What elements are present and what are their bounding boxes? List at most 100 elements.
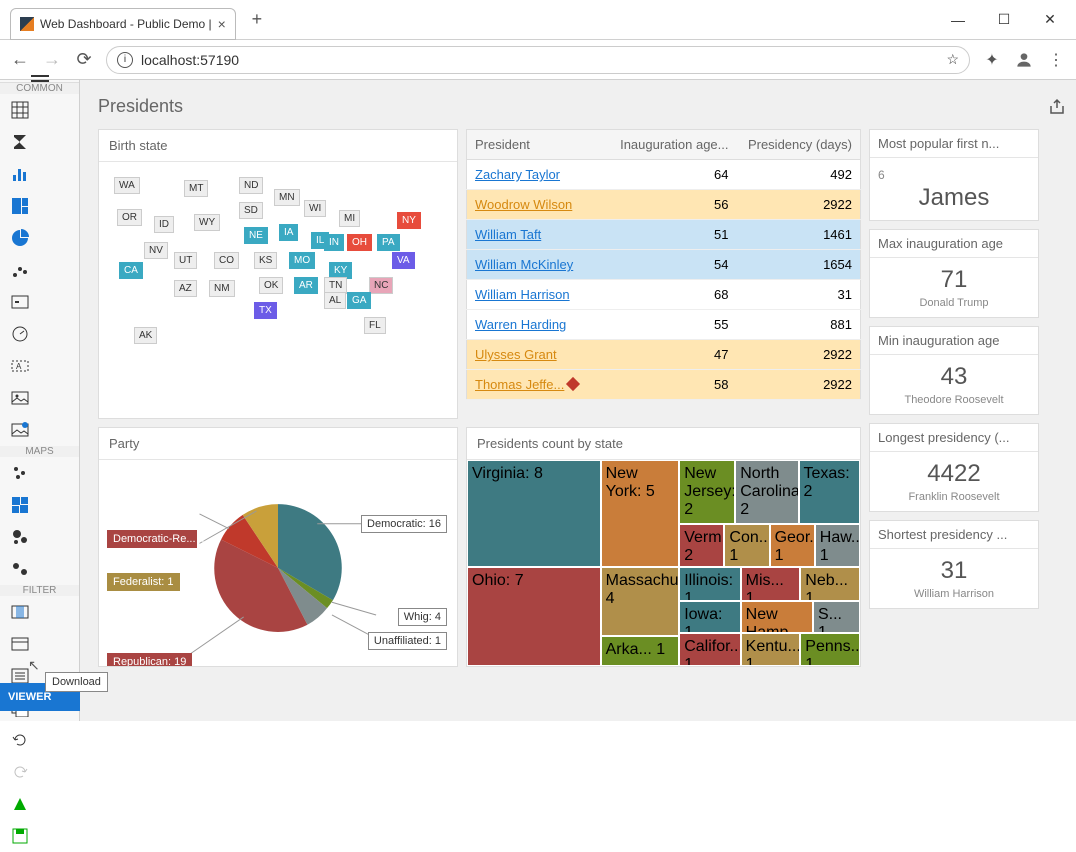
- treemap[interactable]: Virginia: 8 New York: 5 New Jersey: 2 No…: [467, 460, 860, 666]
- treemap-cell[interactable]: Mis... 1: [741, 567, 801, 601]
- treemap-icon[interactable]: [0, 190, 40, 222]
- state-oh[interactable]: OH: [347, 234, 372, 251]
- president-link[interactable]: Thomas Jeffe...: [475, 377, 564, 392]
- president-link[interactable]: Woodrow Wilson: [475, 197, 572, 212]
- menu-icon[interactable]: ⋮: [1046, 50, 1066, 70]
- star-icon[interactable]: ☆: [946, 51, 959, 68]
- pie-chart[interactable]: Democratic: 16 Whig: 4 Unaffiliated: 1 D…: [99, 460, 457, 666]
- treemap-cell[interactable]: Califor... 1: [679, 633, 740, 666]
- treemap-cell[interactable]: North Carolina: 2: [735, 460, 798, 524]
- save-icon[interactable]: [0, 820, 40, 852]
- president-link[interactable]: William Harrison: [475, 287, 570, 302]
- card-title: Party: [99, 428, 457, 460]
- treemap-cell[interactable]: New Jersey: 2: [679, 460, 735, 524]
- treemap-cell[interactable]: Verm... 2: [679, 524, 724, 567]
- bar-chart-icon[interactable]: [0, 158, 40, 190]
- president-link[interactable]: Zachary Taylor: [475, 167, 560, 182]
- close-tab-icon[interactable]: ×: [218, 16, 226, 32]
- bubble-map-icon[interactable]: [0, 521, 40, 553]
- treemap-cell[interactable]: Illinois: 1: [679, 567, 740, 601]
- state-treemap-card[interactable]: Presidents count by state Virginia: 8 Ne…: [466, 427, 861, 667]
- president-link[interactable]: Warren Harding: [475, 317, 566, 332]
- back-button[interactable]: ←: [10, 50, 30, 70]
- treemap-cell[interactable]: Kentu... 1: [741, 633, 801, 666]
- president-link[interactable]: Ulysses Grant: [475, 347, 557, 362]
- kpi-card[interactable]: Most popular first n...6James: [869, 129, 1039, 221]
- kpi-sub: William Harrison: [878, 588, 1030, 600]
- treemap-cell[interactable]: Arka... 1: [601, 636, 680, 666]
- treemap-cell[interactable]: Penns... 1: [800, 633, 860, 666]
- president-link[interactable]: William Taft: [475, 227, 541, 242]
- redo-icon[interactable]: [0, 756, 40, 788]
- treemap-cell[interactable]: New York: 5: [601, 460, 680, 567]
- table-row[interactable]: Warren Harding55881: [467, 310, 861, 340]
- favicon-icon: [20, 17, 34, 31]
- col-age[interactable]: Inauguration age...: [607, 130, 737, 160]
- treemap-cell[interactable]: Ohio: 7: [467, 567, 601, 666]
- pie-label-federalist: Federalist: 1: [107, 573, 180, 591]
- profile-icon[interactable]: [1014, 50, 1034, 70]
- site-info-icon[interactable]: i: [117, 52, 133, 68]
- range-filter-icon[interactable]: [0, 596, 40, 628]
- card-icon[interactable]: [0, 286, 40, 318]
- image-icon[interactable]: [0, 382, 40, 414]
- gauge-icon[interactable]: [0, 318, 40, 350]
- col-president[interactable]: President: [467, 130, 607, 160]
- treemap-cell[interactable]: Con... 1: [724, 524, 769, 567]
- pie-label-unaffiliated: Unaffiliated: 1: [368, 632, 447, 650]
- kpi-card[interactable]: Shortest presidency ...31William Harriso…: [869, 520, 1039, 609]
- treemap-cell[interactable]: New Hamp... 1: [741, 601, 813, 634]
- undo-icon[interactable]: [0, 724, 40, 756]
- president-link[interactable]: William McKinley: [475, 257, 573, 272]
- table-row[interactable]: Woodrow Wilson562922: [467, 190, 861, 220]
- textbox-icon[interactable]: A: [0, 350, 40, 382]
- kpi-sup: 6: [878, 166, 1030, 184]
- kpi-card[interactable]: Longest presidency (...4422Franklin Roos…: [869, 423, 1039, 512]
- scatter-icon[interactable]: [0, 254, 40, 286]
- kpi-card[interactable]: Min inauguration age43Theodore Roosevelt: [869, 326, 1039, 415]
- reload-button[interactable]: ⟳: [74, 50, 94, 70]
- treemap-cell[interactable]: Iowa: 1: [679, 601, 740, 634]
- date-filter-icon[interactable]: [0, 628, 40, 660]
- export-icon[interactable]: [1048, 98, 1066, 116]
- sigma-tool-icon[interactable]: [0, 126, 40, 158]
- state-va[interactable]: VA: [392, 252, 415, 269]
- birth-state-map-card[interactable]: Birth state WAMTNDMN ORIDSDWIMINY WYNEIA…: [98, 129, 458, 419]
- table-row[interactable]: William McKinley541654: [467, 250, 861, 280]
- treemap-cell[interactable]: S... 1: [813, 601, 860, 634]
- table-row[interactable]: Thomas Jeffe...582922: [467, 370, 861, 400]
- download-icon[interactable]: [0, 788, 40, 820]
- table-row[interactable]: William Taft511461: [467, 220, 861, 250]
- kpi-card[interactable]: Max inauguration age71Donald Trump: [869, 229, 1039, 318]
- maximize-button[interactable]: ☐: [982, 4, 1026, 36]
- treemap-cell[interactable]: Massachus... 4: [601, 567, 680, 636]
- browser-titlebar: Web Dashboard - Public Demo | × + — ☐ ✕: [0, 0, 1076, 40]
- treemap-cell[interactable]: Texas: 2: [799, 460, 860, 524]
- kpi-value: James: [878, 184, 1030, 212]
- browser-tab[interactable]: Web Dashboard - Public Demo | ×: [10, 8, 236, 40]
- treemap-cell[interactable]: Geor... 1: [770, 524, 815, 567]
- treemap-cell[interactable]: Haw... 1: [815, 524, 860, 567]
- pie-map-icon[interactable]: [0, 553, 40, 585]
- kpi-title: Longest presidency (...: [870, 424, 1038, 452]
- pie-chart-icon[interactable]: [0, 222, 40, 254]
- geopoint-icon[interactable]: [0, 457, 40, 489]
- table-row[interactable]: Zachary Taylor64492: [467, 160, 861, 190]
- forward-button[interactable]: →: [42, 50, 62, 70]
- choropleth-map[interactable]: WAMTNDMN ORIDSDWIMINY WYNEIAILINOHPA NVU…: [99, 162, 457, 418]
- treemap-cell[interactable]: Neb... 1: [800, 567, 860, 601]
- new-tab-button[interactable]: +: [244, 7, 270, 33]
- table-row[interactable]: Ulysses Grant472922: [467, 340, 861, 370]
- minimize-button[interactable]: —: [936, 4, 980, 36]
- bound-image-icon[interactable]: [0, 414, 40, 446]
- url-input[interactable]: i localhost:57190 ☆: [106, 46, 970, 74]
- party-pie-card[interactable]: Party Democra: [98, 427, 458, 667]
- table-row[interactable]: William Harrison6831: [467, 280, 861, 310]
- grid-tool-icon[interactable]: [0, 94, 40, 126]
- close-window-button[interactable]: ✕: [1028, 4, 1072, 36]
- treemap-cell[interactable]: Virginia: 8: [467, 460, 601, 567]
- choropleth-icon[interactable]: [0, 489, 40, 521]
- col-days[interactable]: Presidency (days): [737, 130, 861, 160]
- extensions-icon[interactable]: ✦: [982, 50, 1002, 70]
- kpi-value: 71: [878, 266, 1030, 294]
